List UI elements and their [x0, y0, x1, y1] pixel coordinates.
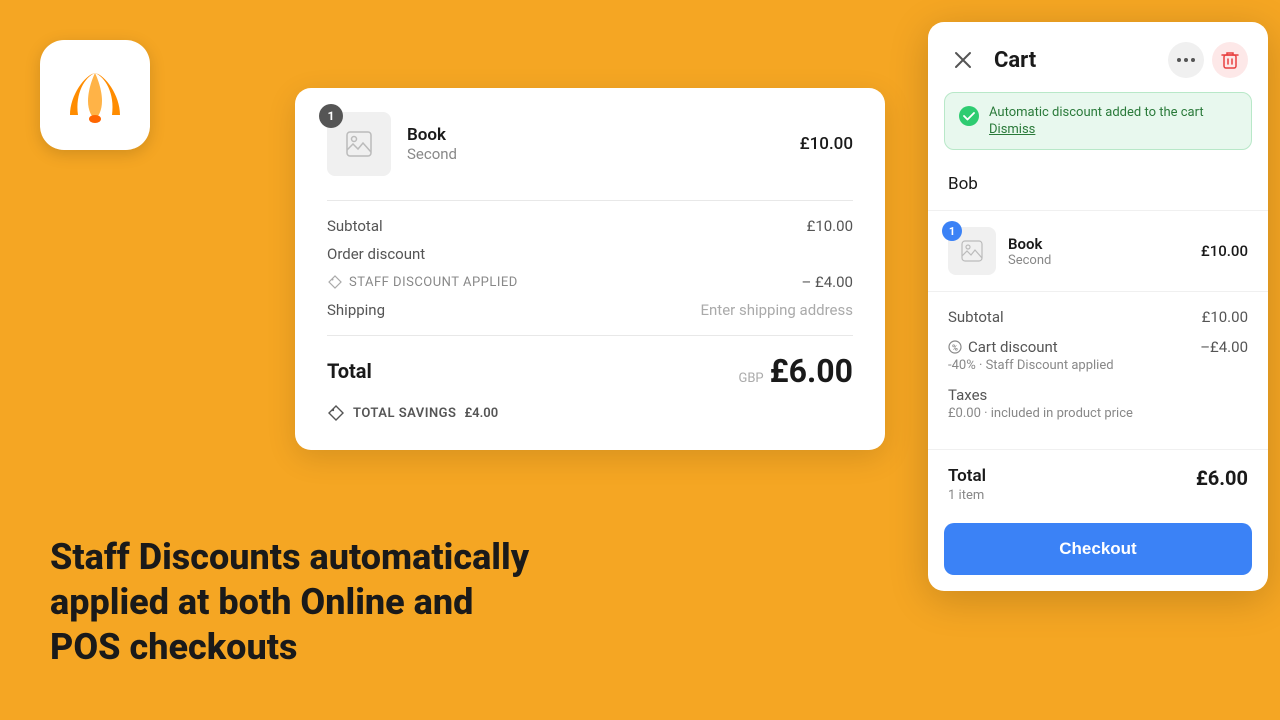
cart-discount-label-group: % Cart discount -40% · Staff Discount ap…	[948, 338, 1114, 373]
receipt-item-name: Book	[407, 125, 800, 145]
cart-actions	[1168, 42, 1248, 78]
receipt-discount-tag: STAFF DISCOUNT APPLIED	[327, 274, 518, 290]
cart-taxes-label: Taxes	[948, 386, 987, 404]
receipt-item-subtitle: Second	[407, 145, 800, 163]
receipt-total-value: GBP £6.00	[738, 352, 853, 390]
receipt-savings-label: TOTAL SAVINGS	[353, 406, 456, 421]
receipt-order-discount-label: Order discount	[327, 245, 425, 263]
receipt-shipping-value: Enter shipping address	[700, 301, 853, 319]
cart-item-row: 1 Book Second £10.00	[948, 227, 1248, 275]
receipt-card: 1 Book Second £10.00 Subtotal £10.00 Ord…	[295, 88, 885, 450]
cart-taxes-label-group: Taxes £0.00 · included in product price	[948, 385, 1133, 421]
cart-item-price: £10.00	[1201, 242, 1248, 260]
receipt-savings-value: £4.00	[464, 406, 498, 421]
cart-checkout-button[interactable]: Checkout	[944, 523, 1252, 575]
receipt-item-row: 1 Book Second £10.00	[327, 112, 853, 176]
cart-summary-discount-row: % Cart discount -40% · Staff Discount ap…	[948, 338, 1248, 373]
checkmark-icon	[963, 112, 975, 121]
receipt-shipping-row: Shipping Enter shipping address	[327, 301, 853, 319]
marketing-text: Staff Discounts automatically applied at…	[50, 535, 530, 670]
more-dots-icon	[1176, 57, 1196, 63]
receipt-divider-1	[327, 200, 853, 201]
receipt-item-price: £10.00	[800, 134, 853, 154]
cart-total-label: Total	[948, 466, 986, 486]
cart-cart-discount-label: Cart discount	[968, 338, 1058, 356]
cart-item-image-icon	[961, 240, 983, 262]
receipt-savings-row: TOTAL SAVINGS £4.00	[327, 404, 853, 422]
app-icon	[40, 40, 150, 150]
cart-close-button[interactable]	[948, 45, 978, 75]
cart-total-sub: 1 item	[948, 488, 986, 503]
cart-header: Cart	[928, 22, 1268, 92]
cart-notification-dismiss[interactable]: Dismiss	[989, 122, 1204, 137]
cart-discount-icon: %	[948, 340, 962, 354]
cart-cart-discount-sub: -40% · Staff Discount applied	[948, 358, 1114, 373]
receipt-total-label: Total	[327, 359, 372, 383]
receipt-subtotal-row: Subtotal £10.00	[327, 217, 853, 235]
app-logo-icon	[60, 65, 130, 125]
cart-item-info: Book Second	[1008, 235, 1189, 268]
receipt-discount-tag-row: STAFF DISCOUNT APPLIED – £4.00	[327, 273, 853, 291]
receipt-shipping-label: Shipping	[327, 301, 385, 319]
cart-taxes-sub: £0.00 · included in product price	[948, 406, 1133, 421]
cart-more-button[interactable]	[1168, 42, 1204, 78]
cart-summary-taxes-row: Taxes £0.00 · included in product price	[948, 385, 1248, 421]
receipt-item-info: Book Second	[407, 125, 800, 163]
close-icon	[954, 51, 972, 69]
savings-tag-icon	[327, 404, 345, 422]
cart-panel: Cart	[928, 22, 1268, 591]
cart-customer-name: Bob	[948, 174, 1248, 194]
cart-summary-section: Subtotal £10.00 % Cart discount -40% · S…	[928, 292, 1268, 450]
cart-total-label-group: Total 1 item	[948, 466, 986, 503]
receipt-item-badge: 1	[319, 104, 343, 128]
receipt-divider-2	[327, 335, 853, 336]
cart-item-name: Book	[1008, 235, 1189, 253]
discount-tag-icon	[327, 274, 343, 290]
cart-item-badge: 1	[942, 221, 962, 241]
cart-notification-text: Automatic discount added to the cart Dis…	[989, 105, 1204, 137]
receipt-discount-value: – £4.00	[801, 273, 853, 291]
receipt-image-icon	[345, 130, 373, 158]
cart-notification-success-icon	[959, 106, 979, 126]
trash-icon	[1221, 50, 1239, 70]
receipt-total-amount: £6.00	[770, 352, 853, 390]
receipt-subtotal-value: £10.00	[807, 217, 853, 235]
cart-title: Cart	[978, 48, 1168, 73]
cart-delete-button[interactable]	[1212, 42, 1248, 78]
receipt-subtotal-label: Subtotal	[327, 217, 383, 235]
cart-total-section: Total 1 item £6.00	[928, 450, 1268, 515]
cart-items-section: 1 Book Second £10.00	[928, 211, 1268, 292]
receipt-total-row: Total GBP £6.00	[327, 352, 853, 390]
receipt-total-currency: GBP	[738, 371, 763, 386]
receipt-order-discount-row: Order discount	[327, 245, 853, 263]
cart-summary-subtotal-value: £10.00	[1202, 308, 1248, 326]
cart-customer-section: Bob	[928, 162, 1268, 211]
svg-text:%: %	[952, 344, 958, 353]
cart-summary-subtotal-row: Subtotal £10.00	[948, 308, 1248, 326]
cart-notification: Automatic discount added to the cart Dis…	[944, 92, 1252, 150]
cart-item-subtitle: Second	[1008, 253, 1189, 268]
cart-total-amount: £6.00	[1196, 466, 1248, 490]
cart-total-row: Total 1 item £6.00	[948, 466, 1248, 503]
cart-cart-discount-value: –£4.00	[1200, 338, 1248, 356]
cart-summary-subtotal-label: Subtotal	[948, 308, 1004, 326]
